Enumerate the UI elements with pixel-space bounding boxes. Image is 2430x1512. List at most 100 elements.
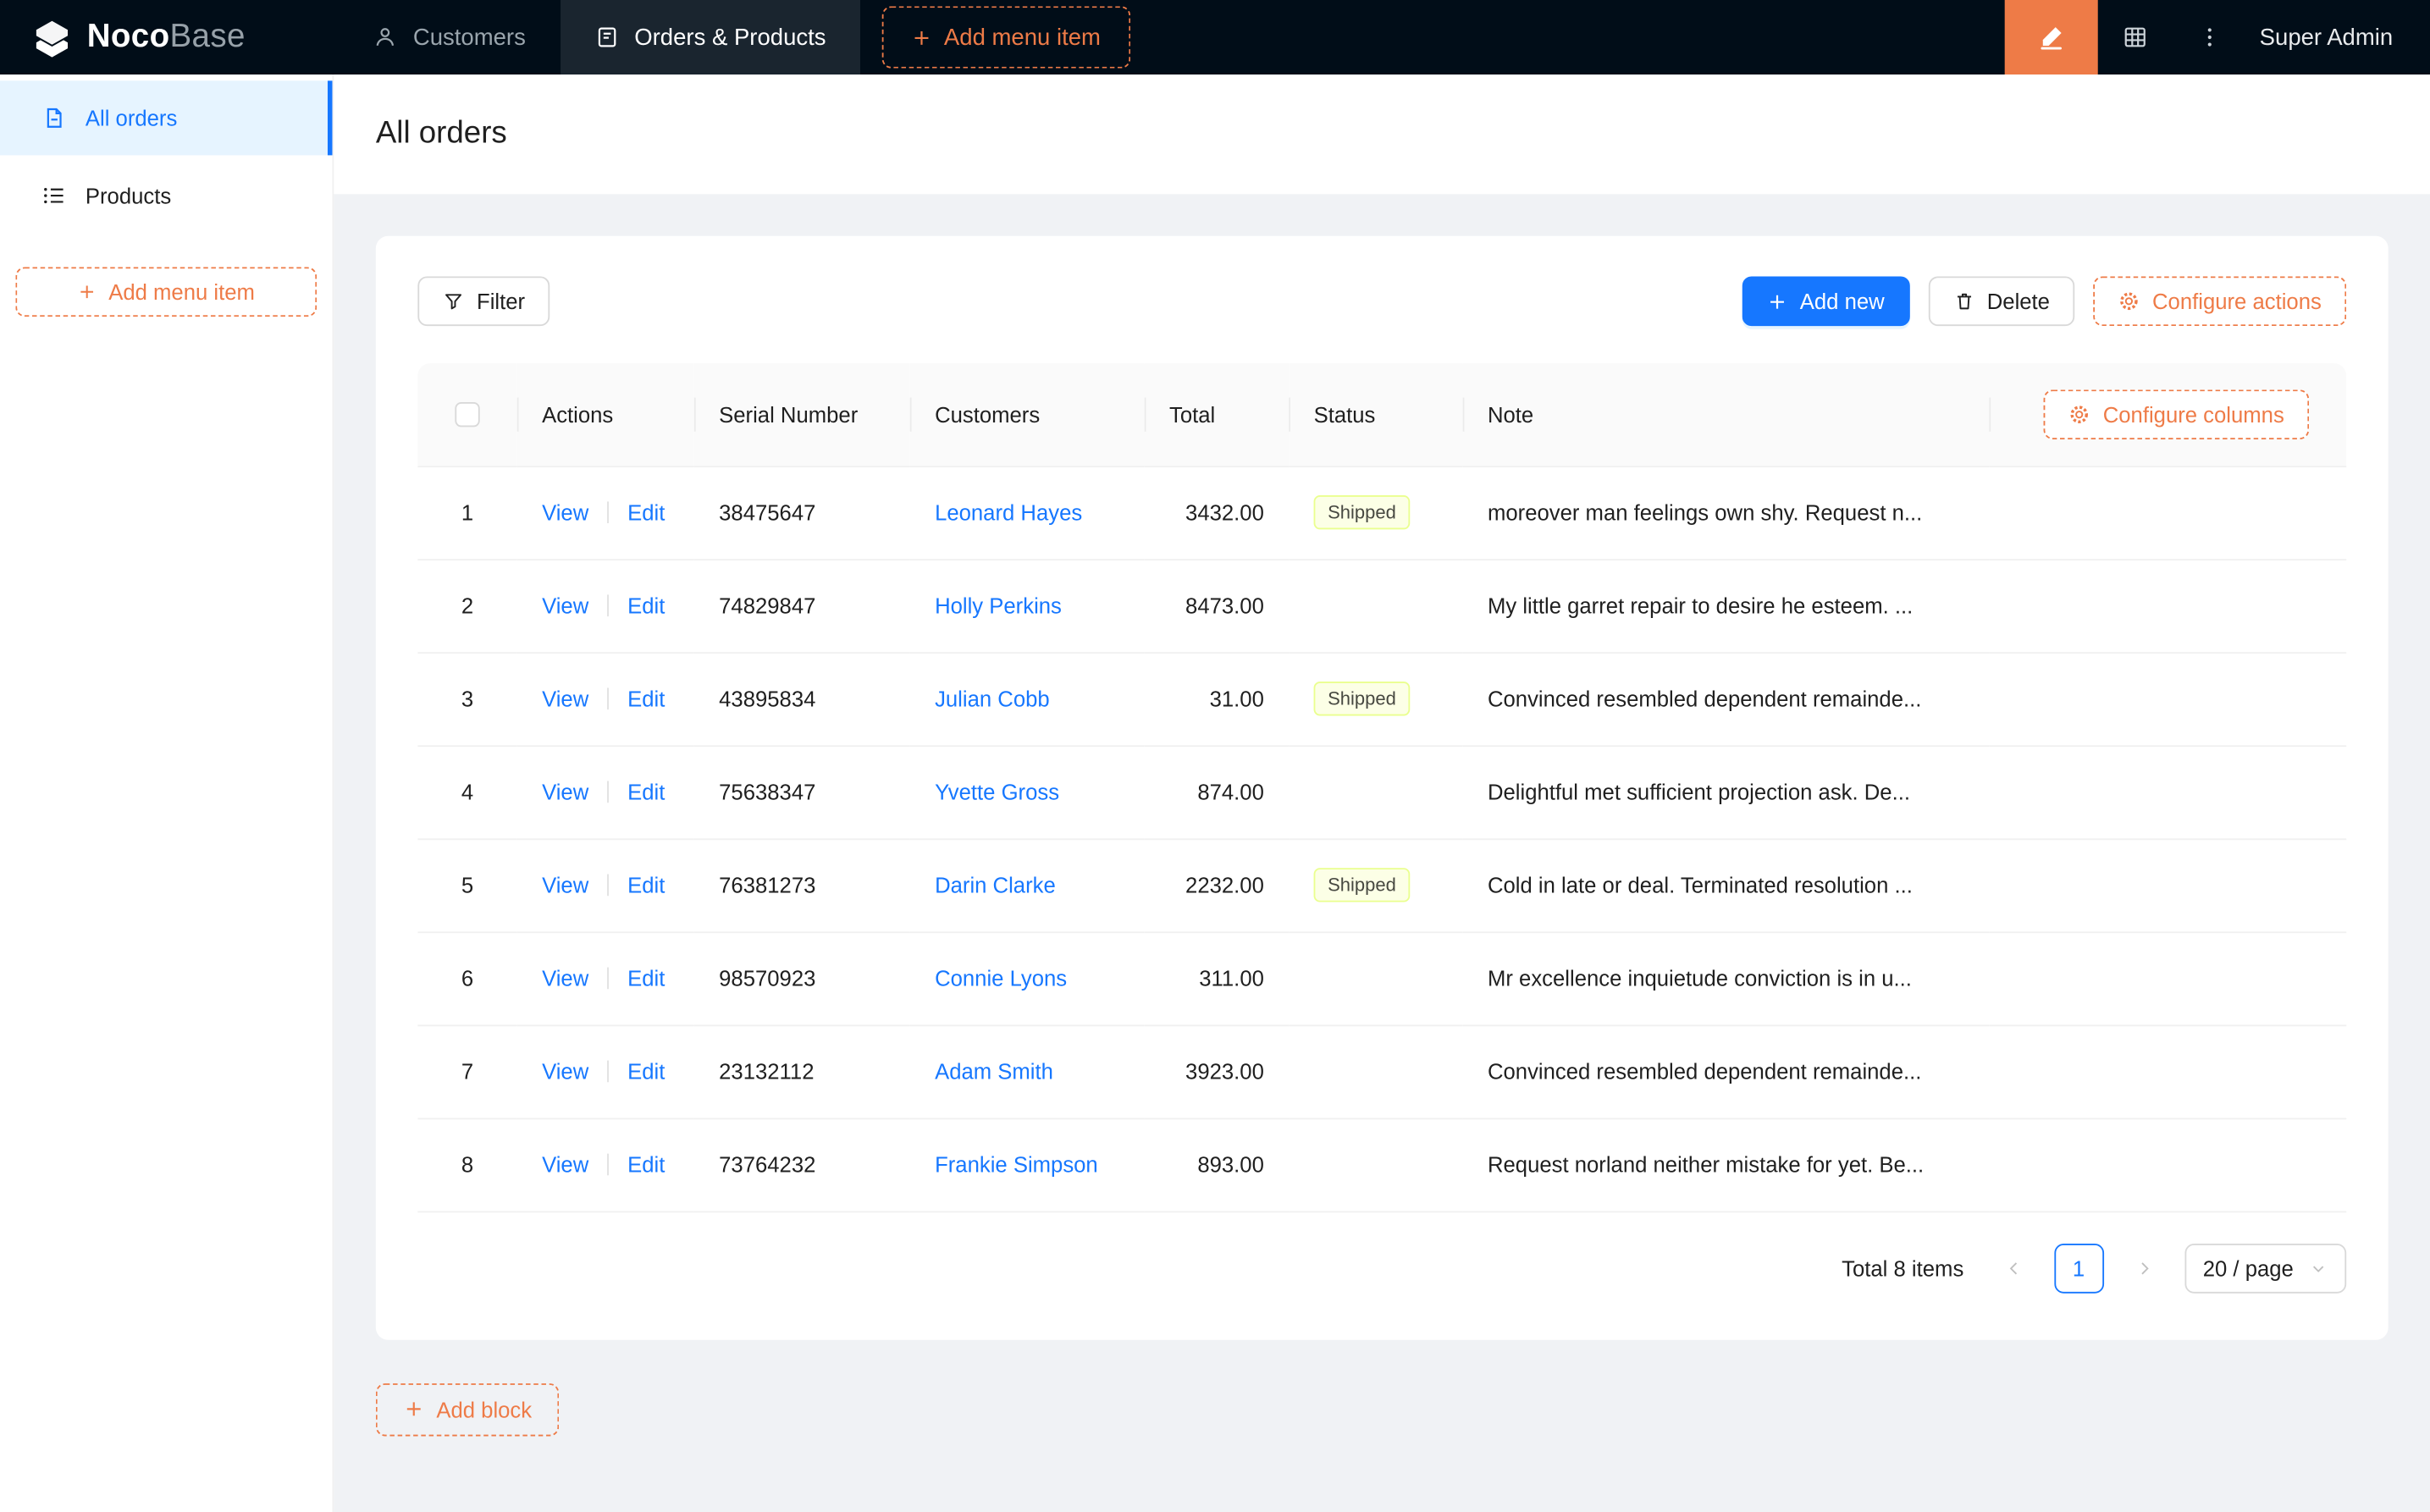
customer-link[interactable]: Leonard Hayes xyxy=(935,500,1082,525)
row-index: 3 xyxy=(461,686,474,711)
status-cell: Shipped xyxy=(1289,652,1463,747)
status-badge: Shipped xyxy=(1313,868,1411,902)
table-row: 3 View Edit 43895834 Julian Cobb 31.00 Sh… xyxy=(417,652,2347,747)
customer-cell: Leonard Hayes xyxy=(909,466,1145,560)
status-cell xyxy=(1289,1117,1463,1212)
configure-cell xyxy=(1989,838,2347,933)
page-size-select[interactable]: 20 / page xyxy=(2184,1243,2347,1293)
status-cell xyxy=(1289,559,1463,654)
row-index: 8 xyxy=(461,1151,474,1178)
top-menu-item-orders-products[interactable]: Orders & Products xyxy=(560,0,860,75)
table-row: 5 View Edit 76381273 Darin Clarke 2232.00… xyxy=(417,838,2347,933)
pagination-prev-button[interactable] xyxy=(1989,1243,2039,1293)
plus-icon xyxy=(78,283,97,301)
collections-button[interactable] xyxy=(2098,0,2173,74)
customer-cell: Adam Smith xyxy=(909,1024,1145,1119)
toolbar-right: Add new Delete Configure actions xyxy=(1742,276,2347,327)
view-link[interactable]: View xyxy=(542,593,588,618)
nocobase-logo-icon xyxy=(31,16,74,58)
sidebar-item-all-orders[interactable]: All orders xyxy=(0,80,333,156)
status-badge: Shipped xyxy=(1313,495,1411,530)
actions-cell: View Edit xyxy=(516,559,694,654)
note-cell: Cold in late or deal. Terminated resolut… xyxy=(1462,838,1990,933)
actions-cell: View Edit xyxy=(516,838,694,933)
configure-columns-button[interactable]: Configure columns xyxy=(2044,389,2310,439)
add-block-button[interactable]: Add block xyxy=(375,1382,561,1436)
actions-cell: View Edit xyxy=(516,745,694,840)
more-menu-button[interactable] xyxy=(2173,0,2247,74)
chevron-down-icon xyxy=(2309,1258,2328,1277)
edit-link[interactable]: Edit xyxy=(627,1059,665,1084)
pagination-next-button[interactable] xyxy=(2119,1243,2169,1293)
orders-table-head: Actions Serial Number Customers Total St… xyxy=(417,363,2347,467)
status-cell xyxy=(1289,931,1463,1026)
serial-number-cell: 75638347 xyxy=(693,745,910,840)
add-menu-item-button-top[interactable]: Add menu item xyxy=(881,6,1130,69)
grid-icon xyxy=(2121,24,2149,52)
note-cell: Request norland neither mistake for yet.… xyxy=(1462,1117,1990,1212)
row-index-cell: 6 xyxy=(417,931,517,1026)
view-link[interactable]: View xyxy=(542,500,588,525)
view-link[interactable]: View xyxy=(542,873,588,897)
customer-link[interactable]: Darin Clarke xyxy=(935,873,1056,897)
row-index: 4 xyxy=(461,779,474,805)
gear-icon xyxy=(2118,290,2140,312)
configure-actions-button[interactable]: Configure actions xyxy=(2093,276,2347,327)
view-link[interactable]: View xyxy=(542,1059,588,1084)
delete-label: Delete xyxy=(1986,289,2050,314)
customer-link[interactable]: Connie Lyons xyxy=(935,966,1067,991)
delete-button[interactable]: Delete xyxy=(1928,276,2075,327)
row-index: 1 xyxy=(461,499,474,525)
customer-link[interactable]: Holly Perkins xyxy=(935,593,1062,618)
configure-actions-label: Configure actions xyxy=(2152,289,2322,314)
row-index: 6 xyxy=(461,965,474,991)
note-cell: moreover man feelings own shy. Request n… xyxy=(1462,466,1990,560)
customer-link[interactable]: Adam Smith xyxy=(935,1059,1053,1084)
row-index: 5 xyxy=(461,872,474,898)
add-menu-item-button-sidebar[interactable]: Add menu item xyxy=(15,267,318,317)
sidebar-item-products[interactable]: Products xyxy=(0,158,332,233)
top-menu-item-customers[interactable]: Customers xyxy=(339,0,560,74)
row-index: 7 xyxy=(461,1058,474,1084)
status-cell: Shipped xyxy=(1289,838,1463,933)
edit-link[interactable]: Edit xyxy=(627,780,665,804)
action-divider xyxy=(607,501,610,524)
total-cell: 31.00 xyxy=(1144,652,1290,747)
row-index-cell: 1 xyxy=(417,466,517,560)
total-cell: 874.00 xyxy=(1144,745,1290,840)
view-link[interactable]: View xyxy=(542,966,588,991)
brand-logo[interactable]: NocoBase xyxy=(0,16,339,58)
edit-link[interactable]: Edit xyxy=(627,966,665,991)
view-link[interactable]: View xyxy=(542,1152,588,1177)
edit-link[interactable]: Edit xyxy=(627,593,665,618)
customer-link[interactable]: Yvette Gross xyxy=(935,780,1059,804)
customer-link[interactable]: Julian Cobb xyxy=(935,687,1050,711)
select-all-checkbox[interactable] xyxy=(455,402,480,428)
user-menu[interactable]: Super Admin xyxy=(2247,24,2430,50)
customer-cell: Holly Perkins xyxy=(909,559,1145,654)
configure-cell xyxy=(1989,466,2347,560)
edit-link[interactable]: Edit xyxy=(627,687,665,711)
orders-block: Filter Add new Delete Configure actions … xyxy=(375,235,2389,1339)
view-link[interactable]: View xyxy=(542,780,588,804)
pagination-page-1[interactable]: 1 xyxy=(2053,1243,2104,1293)
column-header-checkbox xyxy=(417,363,517,467)
table-row: 2 View Edit 74829847 Holly Perkins 8473.0… xyxy=(417,559,2347,654)
customer-link[interactable]: Frankie Simpson xyxy=(935,1152,1098,1177)
serial-number-cell: 98570923 xyxy=(693,931,910,1026)
brand-name-light: Base xyxy=(169,19,246,55)
header-row: Actions Serial Number Customers Total St… xyxy=(417,363,2347,467)
add-new-button[interactable]: Add new xyxy=(1742,276,1910,327)
edit-link[interactable]: Edit xyxy=(627,500,665,525)
orders-table-body: 1 View Edit 38475647 Leonard Hayes 3432.0… xyxy=(417,466,2347,1212)
action-divider xyxy=(607,1060,610,1083)
list-icon xyxy=(42,183,67,207)
ui-editor-button[interactable] xyxy=(2004,0,2098,75)
page-title: All orders xyxy=(375,116,507,151)
view-link[interactable]: View xyxy=(542,687,588,711)
row-index: 2 xyxy=(461,593,474,618)
edit-link[interactable]: Edit xyxy=(627,1152,665,1177)
row-index-cell: 2 xyxy=(417,559,517,654)
filter-button[interactable]: Filter xyxy=(417,276,550,327)
edit-link[interactable]: Edit xyxy=(627,873,665,897)
